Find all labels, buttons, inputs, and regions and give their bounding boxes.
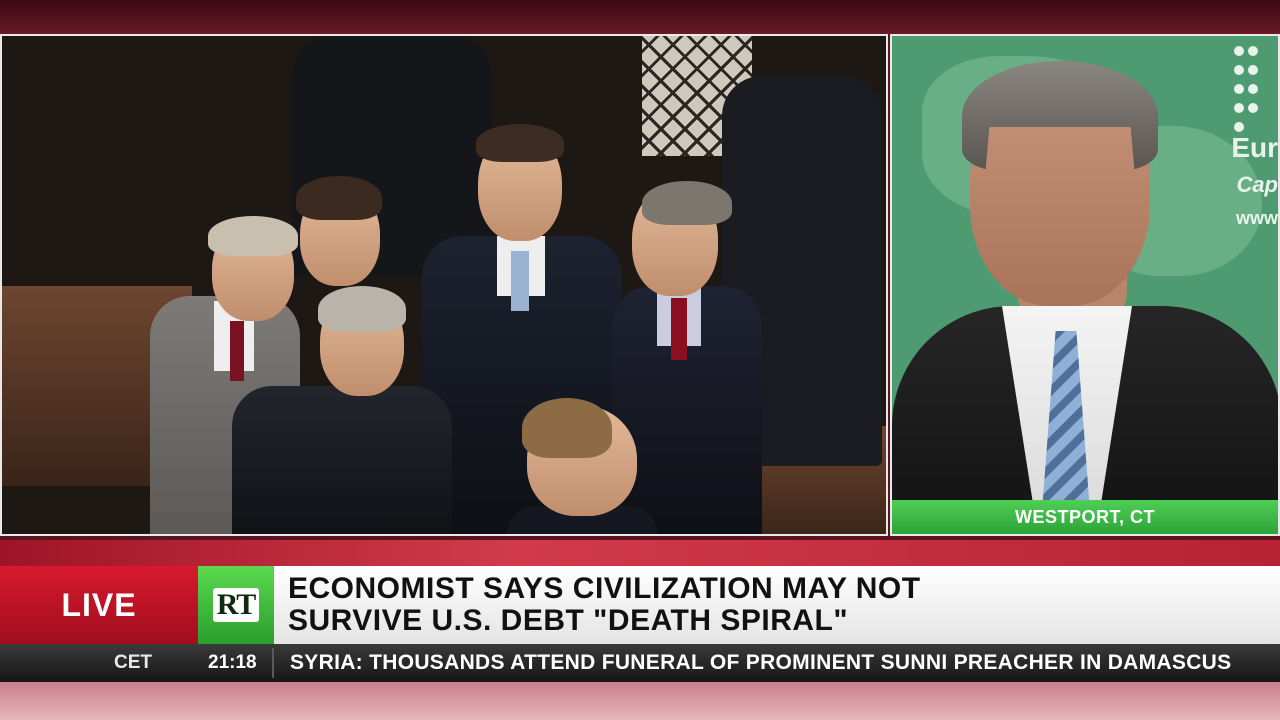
- left-video-feed: [0, 34, 888, 536]
- ticker-timezone: CET: [114, 652, 152, 673]
- lower-third-accent-strip: [0, 540, 1280, 566]
- backdrop-logo-line: www: [1235, 208, 1278, 228]
- ticker-time: 21:18: [208, 652, 257, 673]
- live-badge: LIVE: [0, 566, 198, 644]
- backdrop-logo-dots: [1232, 44, 1272, 139]
- headline-line-1: ECONOMIST SAYS CIVILIZATION MAY NOT: [288, 572, 921, 605]
- rt-logo: RT: [212, 588, 260, 622]
- channel-logo-box: RT: [198, 566, 274, 644]
- news-ticker: CET 21:18 SYRIA: THOUSANDS ATTEND FUNERA…: [0, 644, 1280, 682]
- location-caption: WESTPORT, CT: [892, 500, 1278, 534]
- backdrop-logo-line: Cap: [1236, 172, 1278, 197]
- right-video-feed: Eur Cap www WESTPORT, CT: [890, 34, 1280, 536]
- headline-line-2: SURVIVE U.S. DEBT "DEATH SPIRAL": [288, 604, 849, 637]
- bottom-background-band: [0, 682, 1280, 720]
- top-background-band: [0, 0, 1280, 34]
- headline-box: ECONOMIST SAYS CIVILIZATION MAY NOT SURV…: [274, 566, 1280, 644]
- ticker-text: SYRIA: THOUSANDS ATTEND FUNERAL OF PROMI…: [290, 651, 1232, 674]
- backdrop-logo-line: Eur: [1231, 132, 1278, 163]
- ticker-divider: [272, 648, 274, 678]
